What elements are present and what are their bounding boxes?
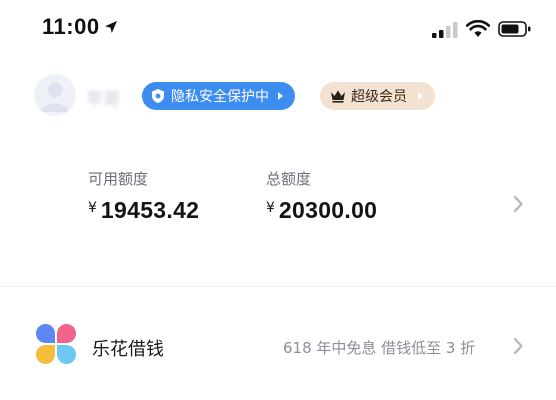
avatar-placeholder-icon — [41, 82, 69, 112]
crown-icon — [331, 90, 345, 103]
status-bar: 11:00 — [0, 0, 556, 60]
loan-promo-text: 618 年中免息 借钱低至 3 折 — [283, 339, 476, 357]
currency-symbol: ¥ — [266, 200, 275, 216]
privacy-protection-badge[interactable]: 隐私安全保护中 — [142, 82, 295, 110]
available-credit: 可用额度 ¥ 19453.42 — [88, 168, 199, 224]
wifi-icon — [466, 20, 490, 37]
lehua-loan-logo-icon — [36, 324, 76, 364]
status-time: 11:00 — [42, 14, 100, 39]
credit-summary[interactable]: 可用额度 ¥ 19453.42 总额度 ¥ 20300.00 — [0, 168, 556, 248]
loan-title: 乐花借钱 — [92, 339, 164, 360]
vip-badge-label: 超级会员 — [351, 89, 407, 105]
available-credit-amount: 19453.42 — [100, 197, 200, 223]
battery-icon — [498, 21, 531, 37]
currency-symbol: ¥ — [88, 200, 97, 216]
total-credit-label: 总额度 — [266, 170, 312, 188]
super-member-badge[interactable]: 超级会员 — [320, 82, 435, 110]
available-credit-label: 可用额度 — [88, 170, 149, 188]
chevron-right-icon[interactable] — [512, 336, 524, 356]
loan-entry[interactable]: 乐花借钱 618 年中免息 借钱低至 3 折 — [0, 318, 556, 374]
shield-icon — [152, 89, 164, 103]
triangle-right-icon — [418, 92, 423, 100]
section-divider — [0, 286, 556, 287]
chevron-right-icon[interactable] — [512, 194, 524, 214]
triangle-right-icon — [278, 92, 283, 100]
privacy-badge-label: 隐私安全保护中 — [171, 89, 269, 105]
total-credit-amount: 20300.00 — [278, 197, 378, 223]
app-screen: 11:00 苹哥 隐私安全保护中 超级会员 可用额度 ¥ 19453.42 总额… — [0, 0, 556, 400]
signal-icon — [432, 22, 458, 38]
username: 苹哥 — [86, 90, 120, 110]
profile-row: 苹哥 隐私安全保护中 超级会员 — [0, 70, 556, 120]
avatar[interactable] — [34, 74, 76, 116]
location-arrow-icon — [105, 21, 117, 33]
total-credit: 总额度 ¥ 20300.00 — [266, 168, 377, 224]
